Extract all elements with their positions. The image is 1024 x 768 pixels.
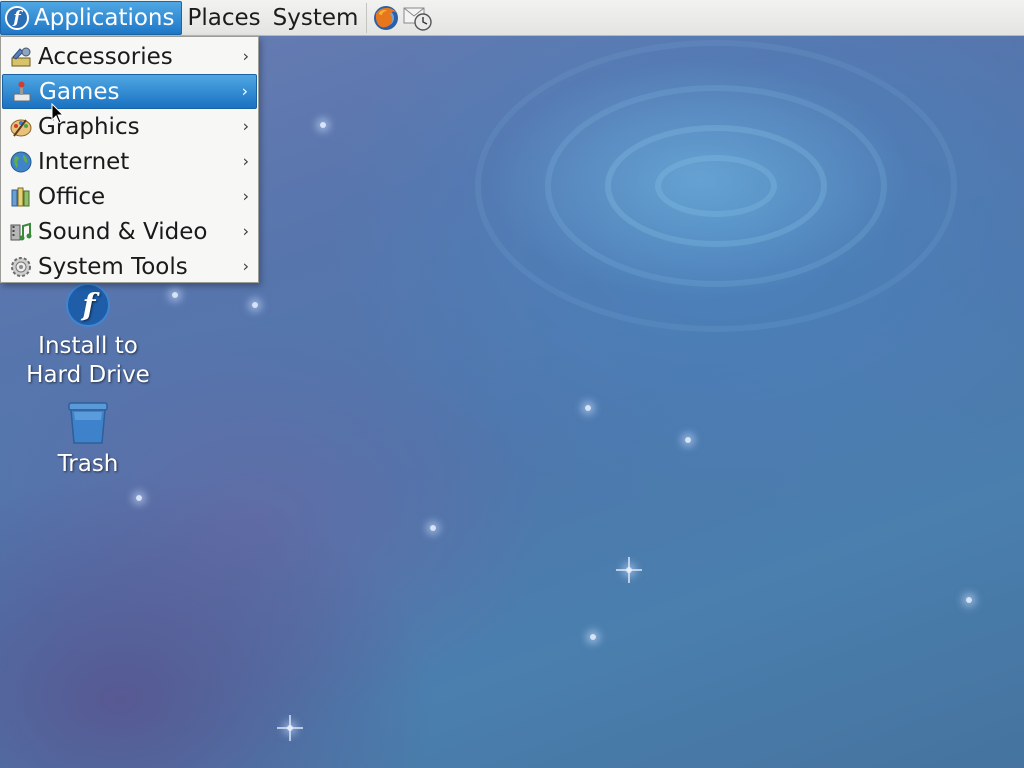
applications-menu-label: Applications (34, 4, 175, 31)
wallpaper-star (585, 405, 591, 411)
menu-item-graphics[interactable]: Graphics › (2, 109, 257, 144)
system-tools-icon (11, 256, 31, 277)
menu-item-label: Games (39, 78, 120, 105)
mail-clock-launcher[interactable] (403, 3, 433, 33)
menu-item-system-tools[interactable]: System Tools › (2, 249, 257, 284)
desktop-icon-label: Trash (57, 451, 119, 477)
submenu-arrow-icon: › (242, 151, 249, 171)
menu-item-label: Internet (38, 148, 130, 175)
submenu-arrow-icon: › (242, 46, 249, 66)
firefox-launcher[interactable] (371, 3, 401, 33)
wallpaper-star (136, 495, 142, 501)
wallpaper-star (616, 557, 642, 583)
mouse-pointer-icon (51, 103, 65, 124)
wallpaper-star (430, 525, 436, 531)
submenu-arrow-icon: › (242, 116, 249, 136)
places-menu-label: Places (187, 4, 261, 31)
system-menu-label: System (272, 4, 359, 31)
menu-item-label: System Tools (38, 253, 188, 280)
games-icon (13, 81, 31, 101)
menu-item-label: Sound & Video (38, 218, 208, 245)
applications-menu[interactable]: f Applications (0, 0, 182, 35)
mail-clock-icon (403, 7, 433, 31)
desktop-icon-install[interactable]: f Install to Hard Drive (13, 282, 163, 390)
menu-item-internet[interactable]: Internet › (2, 144, 257, 179)
graphics-icon (10, 118, 32, 137)
trash-icon (68, 402, 108, 444)
system-menu[interactable]: System (267, 1, 365, 35)
desktop-icon-label: Hard Drive (26, 362, 150, 388)
places-menu[interactable]: Places (182, 1, 267, 35)
wallpaper-star (277, 715, 303, 741)
top-panel: f Applications Places System (0, 0, 1024, 36)
submenu-arrow-icon: › (242, 256, 249, 276)
submenu-arrow-icon: › (242, 186, 249, 206)
office-icon (11, 187, 30, 206)
desktop-icon-trash[interactable]: Trash (13, 400, 163, 479)
panel-separator (366, 2, 368, 33)
sound-video-icon (10, 222, 32, 240)
menu-item-sound-video[interactable]: Sound & Video › (2, 214, 257, 249)
firefox-icon (374, 5, 399, 30)
fedora-logo-icon: f (5, 5, 29, 30)
applications-dropdown: Accessories › Games › Graphics › Interne… (0, 36, 259, 283)
menu-item-label: Office (38, 183, 106, 210)
menu-item-label: Accessories (38, 43, 173, 70)
wallpaper-star (252, 302, 258, 308)
menu-item-games[interactable]: Games › (2, 74, 257, 109)
wallpaper-star (320, 122, 326, 128)
wallpaper-star (172, 292, 178, 298)
wallpaper-star (685, 437, 691, 443)
menu-item-accessories[interactable]: Accessories › (2, 39, 257, 74)
desktop-icon-label: Install to (38, 333, 138, 359)
wallpaper-star (966, 597, 972, 603)
internet-icon (10, 151, 32, 172)
fedora-install-icon: f (66, 283, 110, 327)
desktop: f Applications Places System f Install t… (0, 0, 1024, 768)
menu-item-office[interactable]: Office › (2, 179, 257, 214)
wallpaper-ring (475, 40, 957, 332)
submenu-arrow-icon: › (241, 81, 248, 101)
accessories-icon (11, 47, 31, 66)
wallpaper-star (590, 634, 596, 640)
submenu-arrow-icon: › (242, 221, 249, 241)
